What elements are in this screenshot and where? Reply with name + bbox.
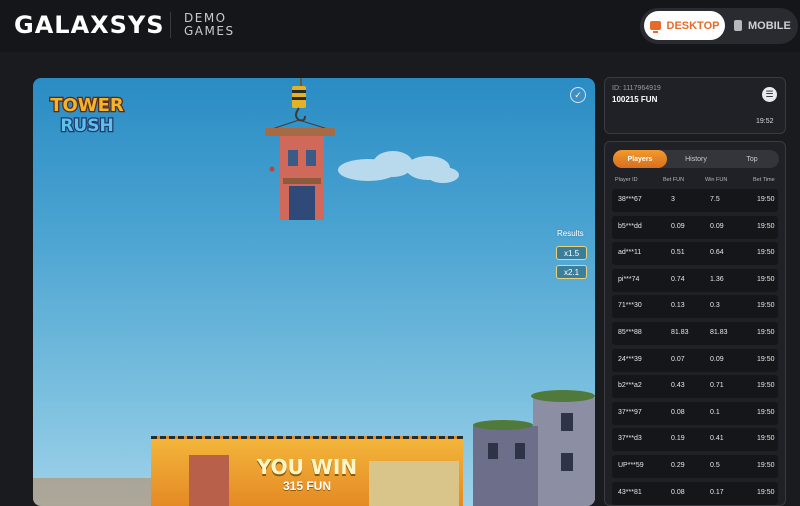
tower-rush-logo: TOWER RUSH — [49, 94, 125, 137]
logo-line1: TOWER — [50, 95, 124, 116]
col-win: Win FUN — [705, 177, 728, 183]
desktop-icon — [649, 21, 661, 33]
mobile-label: MOBILE — [748, 19, 791, 32]
table-row: ad***11 0.51 0.64 19:50 — [612, 242, 778, 266]
row-win: 81.83 — [710, 329, 728, 336]
table-row: UP***59 0.29 0.5 19:50 — [612, 455, 778, 478]
row-bet: 0.13 — [671, 302, 685, 310]
row-player-id: 38***67 — [618, 196, 642, 203]
table-row: 85***88 81.83 81.83 19:50 — [612, 322, 778, 345]
row-bet: 0.07 — [671, 355, 685, 363]
row-win: 7.5 — [710, 196, 720, 203]
account-panel: ID: 1117964919 100215 FUN ☰ 19:52 — [604, 77, 786, 134]
row-win: 0.1 — [710, 408, 720, 416]
row-time: 19:50 — [757, 488, 775, 496]
table-row: b5***dd 0.09 0.09 19:50 — [612, 215, 778, 239]
table-row: 71***30 0.13 0.3 19:50 — [612, 295, 778, 319]
row-player-id: ad***11 — [618, 249, 642, 257]
row-bet: 0.29 — [671, 462, 685, 469]
col-player-id: Player ID — [615, 177, 638, 183]
row-time: 19:50 — [757, 408, 775, 416]
row-bet: 0.08 — [671, 488, 685, 496]
mobile-button[interactable]: MOBILE — [734, 11, 796, 40]
row-win: 0.17 — [710, 488, 724, 496]
row-player-id: UP***59 — [618, 462, 644, 469]
provably-fair-shield-icon[interactable]: ✓ — [570, 87, 586, 103]
cloud — [338, 151, 459, 183]
row-win: 0.09 — [710, 355, 724, 363]
mobile-icon — [734, 20, 742, 31]
row-player-id: 37***97 — [618, 408, 642, 416]
row-bet: 0.09 — [671, 222, 685, 230]
row-player-id: 24***39 — [618, 355, 642, 363]
table-row: 37***97 0.08 0.1 19:50 — [612, 401, 778, 425]
table-row: b2***a2 0.43 0.71 19:50 — [612, 375, 778, 399]
row-time: 19:50 — [757, 302, 775, 310]
tower-piece — [265, 128, 335, 220]
games-label: GAMES — [184, 24, 235, 38]
desktop-button[interactable]: DESKTOP — [644, 11, 725, 40]
row-win: 1.36 — [710, 275, 724, 283]
player-id: ID: 1117964919 — [612, 85, 661, 92]
row-bet: 3 — [671, 196, 675, 203]
crane-hook-icon — [268, 78, 332, 131]
row-player-id: 71***30 — [618, 302, 642, 310]
row-time: 19:50 — [757, 196, 775, 203]
win-amount: 315 FUN — [282, 479, 332, 493]
row-player-id: 37***d3 — [618, 435, 642, 443]
galaxsys-logo[interactable]: GALAXSYS — [14, 11, 165, 39]
row-win: 0.71 — [710, 382, 724, 390]
table-row: 24***39 0.07 0.09 19:50 — [612, 348, 778, 372]
table-row: pi***74 0.74 1.36 19:50 — [612, 268, 778, 292]
header-divider — [170, 12, 171, 38]
demo-games-label: DEMO GAMES — [184, 12, 235, 38]
row-bet: 0.08 — [671, 408, 685, 416]
win-banner: YOU WIN 315 FUN — [151, 436, 463, 506]
row-time: 19:50 — [757, 435, 775, 443]
row-time: 19:50 — [757, 462, 775, 469]
row-win: 0.64 — [710, 249, 724, 257]
top-bar: GALAXSYS DEMO GAMES DESKTOP MOBILE — [0, 0, 800, 52]
row-bet: 0.74 — [671, 275, 685, 283]
col-bet-time: Bet Time — [753, 177, 775, 183]
logo-line2: RUSH — [60, 116, 113, 136]
table-row: 37***d3 0.19 0.41 19:50 — [612, 428, 778, 452]
bets-panel: Players History Top Player ID Bet FUN Wi… — [604, 141, 786, 506]
row-time: 19:50 — [757, 249, 775, 257]
balance: 100215 FUN — [612, 95, 658, 104]
row-time: 19:50 — [757, 275, 775, 283]
row-win: 0.3 — [710, 302, 720, 310]
result-badge: x1.5 — [556, 246, 587, 260]
row-player-id: b2***a2 — [618, 382, 642, 390]
row-bet: 0.19 — [671, 435, 685, 443]
row-player-id: b5***dd — [618, 222, 642, 230]
row-bet: 0.43 — [671, 382, 685, 390]
row-bet: 81.83 — [671, 329, 689, 336]
bets-tabs: Players History Top — [613, 150, 779, 168]
row-player-id: 85***88 — [618, 329, 642, 336]
row-player-id: pi***74 — [618, 275, 640, 283]
tab-history[interactable]: History — [669, 150, 723, 168]
row-player-id: 43***81 — [618, 488, 642, 496]
col-bet: Bet FUN — [663, 177, 685, 183]
clock-time: 19:52 — [756, 118, 774, 125]
row-time: 19:50 — [757, 382, 775, 390]
row-bet: 0.51 — [671, 249, 685, 257]
table-row: 43***81 0.08 0.17 19:50 — [612, 481, 778, 505]
menu-icon[interactable]: ☰ — [762, 87, 777, 102]
table-row: 38***67 3 7.5 19:50 — [612, 189, 778, 212]
row-time: 19:50 — [757, 355, 775, 363]
win-title: YOU WIN — [256, 455, 358, 479]
row-win: 0.41 — [710, 435, 724, 443]
game-canvas[interactable]: TOWER RUSH ✓ Results x1.5 x2.1 YOU WIN 3… — [33, 78, 595, 506]
result-badge: x2.1 — [556, 265, 587, 279]
tab-top[interactable]: Top — [725, 150, 779, 168]
desktop-label: DESKTOP — [666, 19, 720, 32]
row-time: 19:50 — [757, 222, 775, 230]
row-win: 0.5 — [710, 462, 720, 469]
row-time: 19:50 — [757, 329, 775, 336]
results-label: Results — [557, 229, 584, 238]
tab-players[interactable]: Players — [613, 150, 667, 168]
row-win: 0.09 — [710, 222, 724, 230]
